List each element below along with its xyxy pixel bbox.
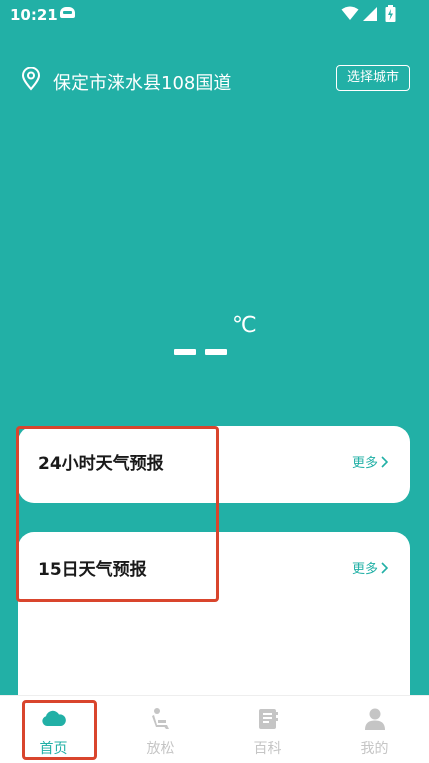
tab-encyclopedia-label: 百科 — [253, 741, 282, 757]
hourly-forecast-more-link[interactable]: 更多 — [352, 452, 388, 471]
status-bar: 10:21 — [0, 0, 429, 30]
chevron-right-icon — [381, 456, 388, 468]
status-time: 10:21 — [10, 6, 58, 24]
temperature-unit: ℃ — [232, 313, 257, 338]
wifi-icon — [341, 6, 359, 20]
select-city-button[interactable]: 选择城市 — [336, 65, 410, 91]
location-pin-icon — [21, 67, 41, 91]
chevron-right-icon — [381, 562, 388, 574]
tab-profile[interactable]: 我的 — [321, 696, 428, 763]
more-label: 更多 — [351, 562, 378, 577]
temperature-dash — [174, 349, 196, 355]
annotation-highlight-home-tab — [22, 700, 97, 760]
android-notification-icon — [60, 7, 75, 18]
tab-profile-label: 我的 — [360, 741, 389, 757]
temperature-dash — [205, 349, 227, 355]
annotation-highlight-cards — [16, 426, 219, 602]
tab-encyclopedia[interactable]: 百科 — [214, 696, 321, 763]
daily-forecast-more-link[interactable]: 更多 — [352, 558, 388, 577]
person-icon — [365, 708, 385, 730]
more-label: 更多 — [351, 456, 378, 471]
book-icon — [259, 709, 278, 729]
tab-relax-label: 放松 — [146, 741, 175, 757]
location-row: 保定市涞水县108国道 选择城市 — [20, 64, 410, 96]
signal-icon — [363, 7, 377, 21]
location-address: 保定市涞水县108国道 — [53, 73, 232, 94]
tab-relax[interactable]: 放松 — [107, 696, 214, 763]
battery-icon — [385, 5, 396, 22]
seat-icon — [152, 708, 169, 729]
